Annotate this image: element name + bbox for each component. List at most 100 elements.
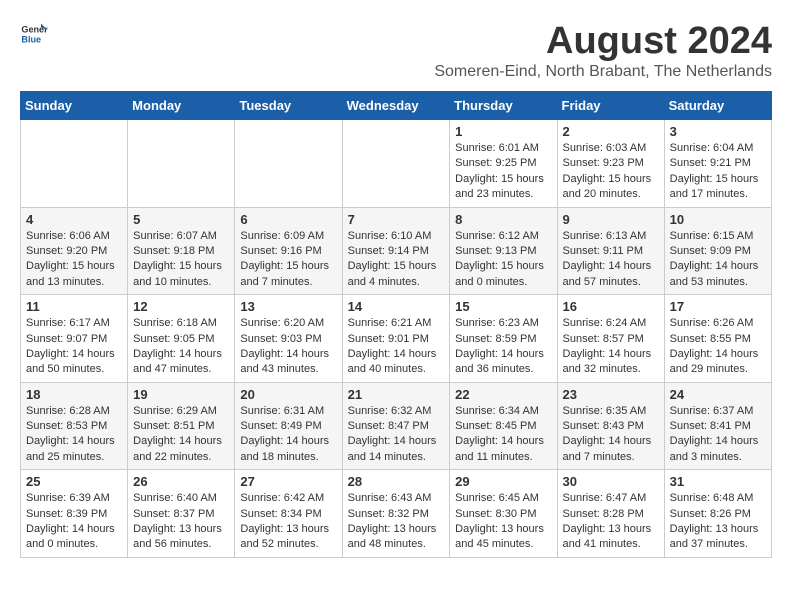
calendar-cell: 15 Sunrise: 6:23 AM Sunset: 8:59 PM Dayli… [450,295,557,383]
day-info: Sunrise: 6:23 AM Sunset: 8:59 PM Dayligh… [455,316,551,378]
day-info: Sunrise: 6:24 AM Sunset: 8:57 PM Dayligh… [563,316,659,378]
weekday-header-monday: Monday [128,92,235,120]
svg-text:Blue: Blue [21,34,41,44]
calendar-cell: 31 Sunrise: 6:48 AM Sunset: 8:26 PM Dayli… [664,470,771,558]
svg-text:General: General [21,25,48,35]
day-info: Sunrise: 6:43 AM Sunset: 8:32 PM Dayligh… [348,491,445,553]
weekday-header-friday: Friday [557,92,664,120]
calendar-cell: 12 Sunrise: 6:18 AM Sunset: 9:05 PM Dayli… [128,295,235,383]
day-number: 14 [348,299,445,314]
day-number: 17 [670,299,766,314]
day-number: 5 [133,212,229,227]
day-number: 18 [26,387,122,402]
calendar-cell: 20Sunrise: 6:31 AM Sunset: 8:49 PM Dayli… [235,382,342,470]
day-number: 19 [133,387,229,402]
day-info: Sunrise: 6:01 AM Sunset: 9:25 PM Dayligh… [455,141,551,203]
day-number: 29 [455,474,551,489]
weekday-header-tuesday: Tuesday [235,92,342,120]
calendar-cell: 27Sunrise: 6:42 AM Sunset: 8:34 PM Dayli… [235,470,342,558]
day-number: 23 [563,387,659,402]
calendar-cell: 16Sunrise: 6:24 AM Sunset: 8:57 PM Dayli… [557,295,664,383]
weekday-header-sunday: Sunday [21,92,128,120]
day-info: Sunrise: 6:34 AM Sunset: 8:45 PM Dayligh… [455,404,551,466]
calendar-cell: 24Sunrise: 6:37 AM Sunset: 8:41 PM Dayli… [664,382,771,470]
title-section: August 2024 Someren-Eind, North Brabant,… [434,20,772,81]
calendar-cell: 11Sunrise: 6:17 AM Sunset: 9:07 PM Dayli… [21,295,128,383]
day-number: 3 [670,124,766,139]
day-info: Sunrise: 6:47 AM Sunset: 8:28 PM Dayligh… [563,491,659,553]
calendar-cell: 5 Sunrise: 6:07 AM Sunset: 9:18 PM Daylig… [128,207,235,295]
calendar-cell: 23Sunrise: 6:35 AM Sunset: 8:43 PM Dayli… [557,382,664,470]
day-info: Sunrise: 6:10 AM Sunset: 9:14 PM Dayligh… [348,229,445,291]
calendar-cell: 18 Sunrise: 6:28 AM Sunset: 8:53 PM Dayli… [21,382,128,470]
weekday-header-thursday: Thursday [450,92,557,120]
calendar-cell: 29 Sunrise: 6:45 AM Sunset: 8:30 PM Dayli… [450,470,557,558]
day-number: 22 [455,387,551,402]
calendar-cell: 30 Sunrise: 6:47 AM Sunset: 8:28 PM Dayli… [557,470,664,558]
calendar-cell: 28 Sunrise: 6:43 AM Sunset: 8:32 PM Dayli… [342,470,450,558]
calendar-cell: 4 Sunrise: 6:06 AM Sunset: 9:20 PM Daylig… [21,207,128,295]
day-info: Sunrise: 6:45 AM Sunset: 8:30 PM Dayligh… [455,491,551,553]
day-number: 8 [455,212,551,227]
calendar-cell [128,120,235,208]
calendar-cell: 14Sunrise: 6:21 AM Sunset: 9:01 PM Dayli… [342,295,450,383]
calendar-cell: 2Sunrise: 6:03 AM Sunset: 9:23 PM Daylig… [557,120,664,208]
calendar-cell: 22 Sunrise: 6:34 AM Sunset: 8:45 PM Dayli… [450,382,557,470]
day-number: 28 [348,474,445,489]
location-subtitle: Someren-Eind, North Brabant, The Netherl… [434,63,772,81]
calendar-week-row: 25 Sunrise: 6:39 AM Sunset: 8:39 PM Dayli… [21,470,772,558]
calendar-cell: 6Sunrise: 6:09 AM Sunset: 9:16 PM Daylig… [235,207,342,295]
month-year-title: August 2024 [434,20,772,63]
day-number: 24 [670,387,766,402]
day-number: 7 [348,212,445,227]
day-number: 31 [670,474,766,489]
calendar-cell: 10Sunrise: 6:15 AM Sunset: 9:09 PM Dayli… [664,207,771,295]
day-number: 11 [26,299,122,314]
calendar-cell [342,120,450,208]
day-number: 15 [455,299,551,314]
calendar-cell [21,120,128,208]
calendar-cell: 9 Sunrise: 6:13 AM Sunset: 9:11 PM Daylig… [557,207,664,295]
calendar-week-row: 4 Sunrise: 6:06 AM Sunset: 9:20 PM Daylig… [21,207,772,295]
day-info: Sunrise: 6:18 AM Sunset: 9:05 PM Dayligh… [133,316,229,378]
calendar-cell: 3 Sunrise: 6:04 AM Sunset: 9:21 PM Daylig… [664,120,771,208]
calendar-cell: 8Sunrise: 6:12 AM Sunset: 9:13 PM Daylig… [450,207,557,295]
day-number: 30 [563,474,659,489]
calendar-cell: 21Sunrise: 6:32 AM Sunset: 8:47 PM Dayli… [342,382,450,470]
day-number: 20 [240,387,336,402]
day-info: Sunrise: 6:39 AM Sunset: 8:39 PM Dayligh… [26,491,122,553]
calendar-week-row: 11Sunrise: 6:17 AM Sunset: 9:07 PM Dayli… [21,295,772,383]
day-number: 13 [240,299,336,314]
calendar-cell: 25 Sunrise: 6:39 AM Sunset: 8:39 PM Dayli… [21,470,128,558]
calendar-cell [235,120,342,208]
day-number: 12 [133,299,229,314]
day-info: Sunrise: 6:26 AM Sunset: 8:55 PM Dayligh… [670,316,766,378]
weekday-header-wednesday: Wednesday [342,92,450,120]
day-info: Sunrise: 6:40 AM Sunset: 8:37 PM Dayligh… [133,491,229,553]
day-number: 4 [26,212,122,227]
day-number: 25 [26,474,122,489]
calendar-cell: 13Sunrise: 6:20 AM Sunset: 9:03 PM Dayli… [235,295,342,383]
page-header: General Blue August 2024 Someren-Eind, N… [20,20,772,81]
day-number: 1 [455,124,551,139]
day-info: Sunrise: 6:07 AM Sunset: 9:18 PM Dayligh… [133,229,229,291]
calendar-cell: 1 Sunrise: 6:01 AM Sunset: 9:25 PM Daylig… [450,120,557,208]
calendar-cell: 19Sunrise: 6:29 AM Sunset: 8:51 PM Dayli… [128,382,235,470]
weekday-header-saturday: Saturday [664,92,771,120]
calendar-cell: 7 Sunrise: 6:10 AM Sunset: 9:14 PM Daylig… [342,207,450,295]
day-info: Sunrise: 6:42 AM Sunset: 8:34 PM Dayligh… [240,491,336,553]
calendar-cell: 17 Sunrise: 6:26 AM Sunset: 8:55 PM Dayli… [664,295,771,383]
logo: General Blue [20,20,48,48]
day-info: Sunrise: 6:48 AM Sunset: 8:26 PM Dayligh… [670,491,766,553]
day-info: Sunrise: 6:15 AM Sunset: 9:09 PM Dayligh… [670,229,766,291]
calendar-week-row: 18 Sunrise: 6:28 AM Sunset: 8:53 PM Dayli… [21,382,772,470]
day-number: 9 [563,212,659,227]
day-info: Sunrise: 6:28 AM Sunset: 8:53 PM Dayligh… [26,404,122,466]
logo-icon: General Blue [20,20,48,48]
day-info: Sunrise: 6:32 AM Sunset: 8:47 PM Dayligh… [348,404,445,466]
day-info: Sunrise: 6:06 AM Sunset: 9:20 PM Dayligh… [26,229,122,291]
day-info: Sunrise: 6:13 AM Sunset: 9:11 PM Dayligh… [563,229,659,291]
weekday-header-row: SundayMondayTuesdayWednesdayThursdayFrid… [21,92,772,120]
day-info: Sunrise: 6:04 AM Sunset: 9:21 PM Dayligh… [670,141,766,203]
day-number: 2 [563,124,659,139]
